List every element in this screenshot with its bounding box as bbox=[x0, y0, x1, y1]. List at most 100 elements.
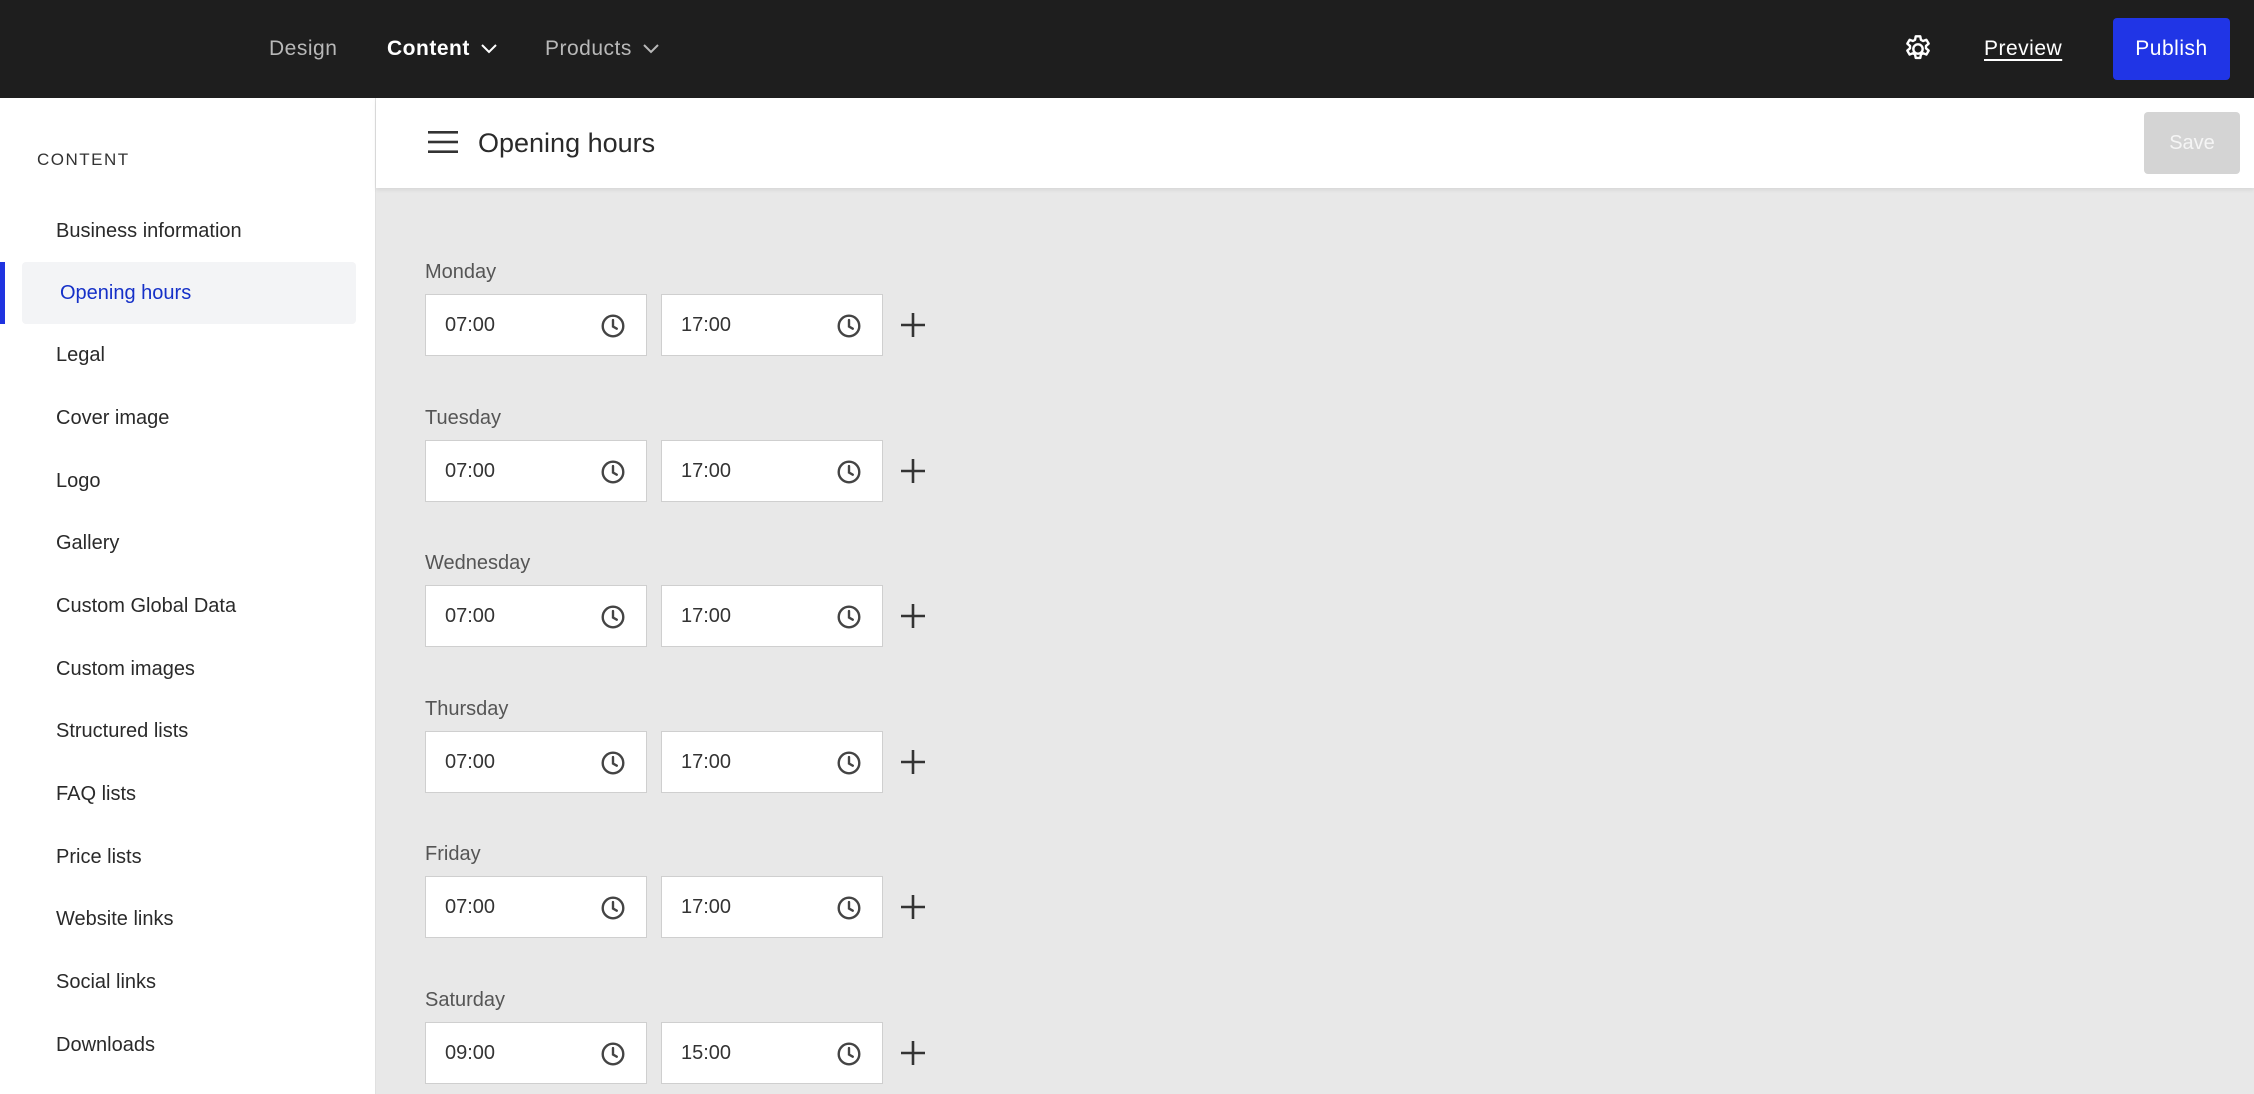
open-time-field[interactable]: 07:00 bbox=[425, 294, 647, 356]
sidebar-item-structured-lists[interactable]: Structured lists bbox=[22, 700, 356, 762]
day-label: Friday bbox=[425, 843, 481, 865]
sidebar-item-website-links[interactable]: Website links bbox=[22, 888, 356, 950]
publish-button[interactable]: Publish bbox=[2113, 18, 2230, 80]
sidebar-item-logo[interactable]: Logo bbox=[22, 450, 356, 512]
hamburger-menu-icon[interactable] bbox=[428, 129, 458, 155]
day-row-tuesday: Tuesday 07:00 17:00 bbox=[425, 407, 1025, 525]
day-row-monday: Monday 07:00 17:00 bbox=[425, 261, 1025, 379]
time-value: 17:00 bbox=[681, 313, 732, 336]
chevron-down-icon bbox=[643, 44, 659, 54]
sidebar-item-business-information[interactable]: Business information bbox=[22, 200, 356, 262]
clock-icon[interactable] bbox=[836, 750, 862, 776]
add-icon[interactable] bbox=[899, 602, 927, 630]
sidebar-item-label: Logo bbox=[56, 469, 101, 492]
sidebar-item-label: Gallery bbox=[56, 531, 120, 554]
day-label: Thursday bbox=[425, 698, 509, 720]
sidebar-item-legal[interactable]: Legal bbox=[22, 324, 356, 386]
add-icon[interactable] bbox=[899, 748, 927, 776]
day-label: Saturday bbox=[425, 989, 506, 1011]
sidebar-item-social-links[interactable]: Social links bbox=[22, 951, 356, 1013]
nav-content-label: Content bbox=[387, 37, 470, 60]
time-value: 15:00 bbox=[681, 1041, 732, 1064]
time-value: 07:00 bbox=[445, 459, 496, 482]
sidebar-item-label: FAQ lists bbox=[56, 782, 137, 805]
day-row-saturday: Saturday 09:00 15:00 bbox=[425, 989, 1025, 1094]
sidebar-item-gallery[interactable]: Gallery bbox=[22, 512, 356, 574]
sidebar-item-opening-hours[interactable]: Opening hours bbox=[22, 262, 356, 324]
sidebar-item-label: Business information bbox=[56, 219, 242, 242]
add-icon[interactable] bbox=[899, 1039, 927, 1067]
sidebar-item-custom-images[interactable]: Custom images bbox=[22, 638, 356, 700]
save-button[interactable]: Save bbox=[2144, 112, 2240, 174]
time-value: 17:00 bbox=[681, 750, 732, 773]
sidebar-item-label: Custom Global Data bbox=[56, 594, 237, 617]
sidebar-item-label: Structured lists bbox=[56, 719, 189, 742]
clock-icon[interactable] bbox=[836, 895, 862, 921]
open-time-field[interactable]: 09:00 bbox=[425, 1022, 647, 1084]
close-time-field[interactable]: 17:00 bbox=[661, 294, 883, 356]
sidebar: CONTENT Business information Opening hou… bbox=[0, 98, 376, 1094]
close-time-field[interactable]: 17:00 bbox=[661, 876, 883, 938]
open-time-field[interactable]: 07:00 bbox=[425, 731, 647, 793]
sidebar-item-downloads[interactable]: Downloads bbox=[22, 1014, 356, 1076]
close-time-field[interactable]: 17:00 bbox=[661, 731, 883, 793]
sidebar-item-custom-global-data[interactable]: Custom Global Data bbox=[22, 575, 356, 637]
day-row-wednesday: Wednesday 07:00 17:00 bbox=[425, 552, 1025, 670]
clock-icon[interactable] bbox=[836, 1041, 862, 1067]
add-icon[interactable] bbox=[899, 311, 927, 339]
active-indicator bbox=[0, 262, 5, 324]
clock-icon[interactable] bbox=[600, 895, 626, 921]
close-time-field[interactable]: 17:00 bbox=[661, 585, 883, 647]
top-bar: Design Content Products Preview Publish bbox=[0, 0, 2254, 98]
sidebar-item-label: Website links bbox=[56, 907, 174, 930]
open-time-field[interactable]: 07:00 bbox=[425, 585, 647, 647]
clock-icon[interactable] bbox=[600, 1041, 626, 1067]
nav-design-label: Design bbox=[269, 37, 338, 60]
sidebar-item-cover-image[interactable]: Cover image bbox=[22, 387, 356, 449]
sidebar-item-label: Cover image bbox=[56, 406, 170, 429]
time-value: 07:00 bbox=[445, 750, 496, 773]
nav-content[interactable]: Content bbox=[387, 0, 498, 98]
open-time-field[interactable]: 07:00 bbox=[425, 440, 647, 502]
gear-icon[interactable] bbox=[1902, 33, 1934, 65]
clock-icon[interactable] bbox=[600, 604, 626, 630]
page-header: Opening hours Save bbox=[376, 98, 2254, 188]
sidebar-item-label: Downloads bbox=[56, 1033, 155, 1056]
sidebar-item-label: Opening hours bbox=[60, 281, 192, 304]
clock-icon[interactable] bbox=[600, 459, 626, 485]
clock-icon[interactable] bbox=[836, 459, 862, 485]
time-value: 17:00 bbox=[681, 604, 732, 627]
clock-icon[interactable] bbox=[600, 750, 626, 776]
clock-icon[interactable] bbox=[836, 604, 862, 630]
clock-icon[interactable] bbox=[836, 313, 862, 339]
chevron-down-icon bbox=[481, 44, 497, 54]
sidebar-item-label: Legal bbox=[56, 343, 105, 366]
sidebar-item-label: Price lists bbox=[56, 845, 142, 868]
sidebar-item-price-lists[interactable]: Price lists bbox=[22, 826, 356, 888]
close-time-field[interactable]: 15:00 bbox=[661, 1022, 883, 1084]
add-icon[interactable] bbox=[899, 893, 927, 921]
time-value: 07:00 bbox=[445, 313, 496, 336]
day-label: Wednesday bbox=[425, 552, 531, 574]
day-label: Monday bbox=[425, 261, 497, 283]
preview-link[interactable]: Preview bbox=[1984, 0, 2062, 98]
add-icon[interactable] bbox=[899, 457, 927, 485]
sidebar-item-label: Custom images bbox=[56, 657, 195, 680]
open-time-field[interactable]: 07:00 bbox=[425, 876, 647, 938]
sidebar-item-faq-lists[interactable]: FAQ lists bbox=[22, 763, 356, 825]
nav-products[interactable]: Products bbox=[545, 0, 660, 98]
time-value: 17:00 bbox=[681, 895, 732, 918]
time-value: 07:00 bbox=[445, 895, 496, 918]
sidebar-heading: CONTENT bbox=[37, 150, 130, 169]
time-value: 07:00 bbox=[445, 604, 496, 627]
sidebar-item-label: Social links bbox=[56, 970, 157, 993]
nav-design[interactable]: Design bbox=[269, 0, 337, 98]
time-value: 09:00 bbox=[445, 1041, 496, 1064]
close-time-field[interactable]: 17:00 bbox=[661, 440, 883, 502]
time-value: 17:00 bbox=[681, 459, 732, 482]
page-title: Opening hours bbox=[478, 127, 656, 158]
day-label: Tuesday bbox=[425, 407, 501, 429]
day-row-friday: Friday 07:00 17:00 bbox=[425, 843, 1025, 961]
clock-icon[interactable] bbox=[600, 313, 626, 339]
nav-products-label: Products bbox=[545, 37, 632, 60]
